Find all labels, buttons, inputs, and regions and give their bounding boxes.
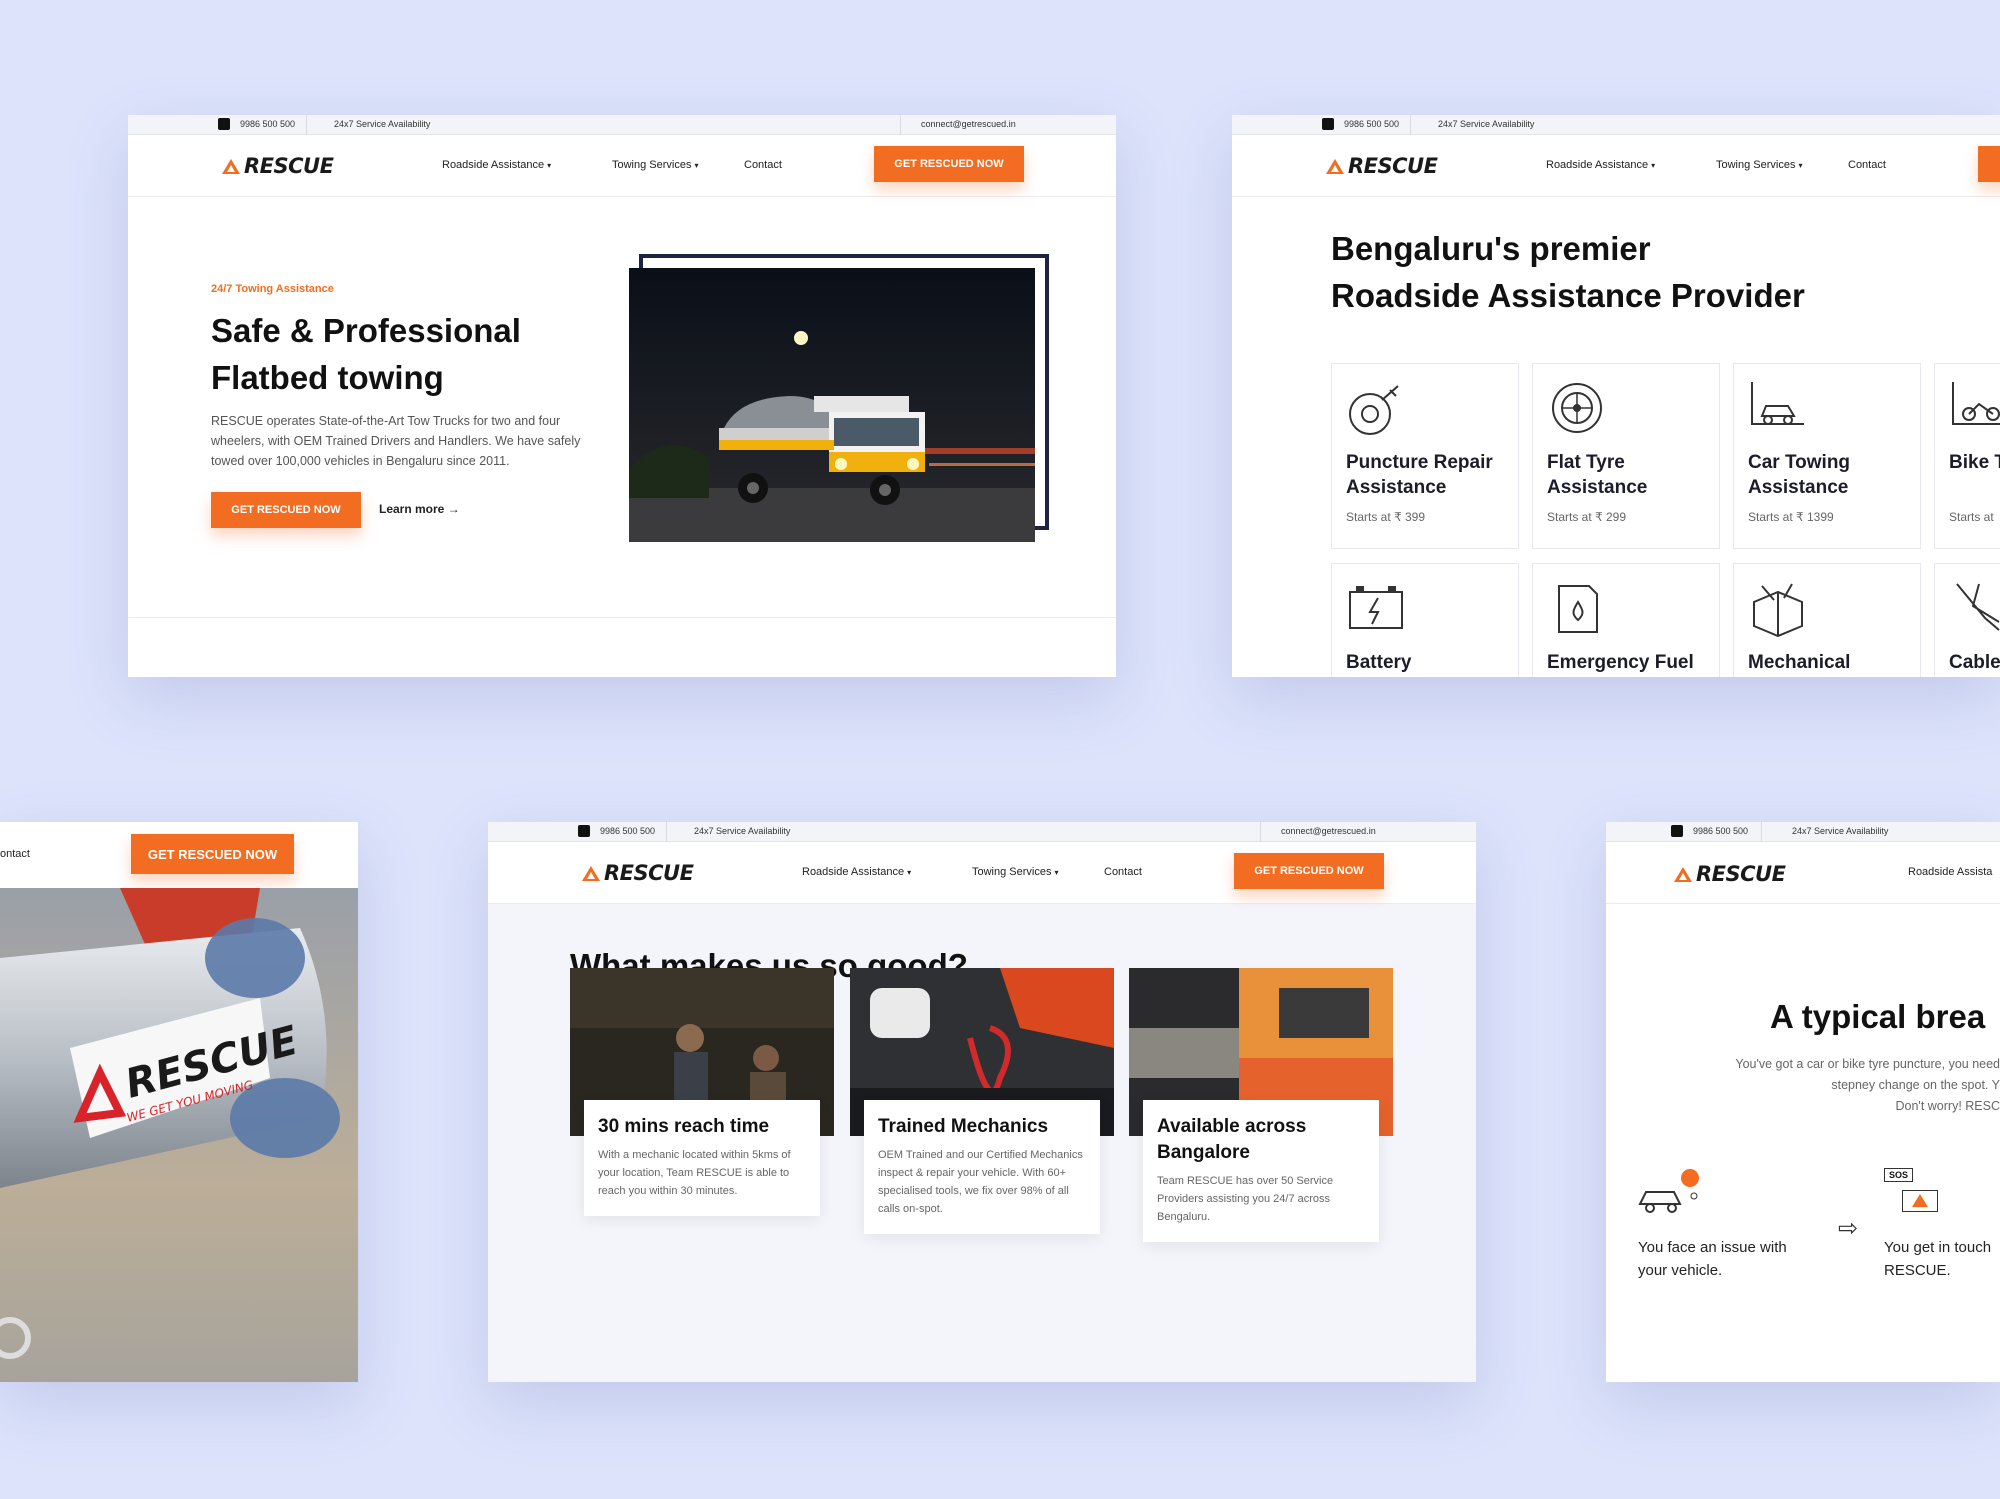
fuel-can-icon: [1558, 585, 1598, 633]
nav-bar: RESCUE Roadside Assistance ▾ Towing Servi…: [1232, 135, 2000, 197]
logo-triangle-icon: [1326, 158, 1344, 174]
nav-contact[interactable]: Contact: [1848, 159, 1886, 171]
nav-bar: RESCUE Roadside Assista: [1606, 842, 2000, 904]
battery-icon: [1349, 586, 1403, 629]
logo-triangle-icon: [1674, 866, 1692, 882]
services-page-card: 9986 500 500 24x7 Service Availability R…: [1232, 115, 2000, 677]
get-rescued-button[interactable]: GET RESCUED NOW: [874, 146, 1024, 182]
hero-eyebrow: 24/7 Towing Assistance: [211, 283, 334, 295]
logo[interactable]: RESCUE: [582, 861, 694, 885]
breakdown-title: A typical brea: [1770, 998, 1986, 1035]
nav-towing-services[interactable]: Towing Services ▾: [972, 866, 1059, 878]
phone-number[interactable]: 9986 500 500: [600, 826, 655, 836]
feature-card: 30 mins reach time With a mechanic locate…: [570, 968, 834, 1258]
chevron-down-icon: ▾: [1798, 161, 1803, 170]
breakdown-intro: You've got a car or bike tyre puncture, …: [1735, 1057, 2000, 1113]
service-card[interactable]: Puncture Repair Assistance Starts at ₹ 39…: [1331, 363, 1519, 549]
chevron-down-icon: ▾: [1651, 161, 1656, 170]
nav-towing-services[interactable]: Towing Services ▾: [1716, 159, 1803, 171]
nav-roadside-assistance[interactable]: Roadside Assistance ▾: [442, 159, 551, 171]
service-card[interactable]: Cable: [1934, 563, 2000, 677]
top-info-bar: 9986 500 500 24x7 Service Availability: [1606, 822, 2000, 842]
phone-number[interactable]: 9986 500 500: [240, 119, 295, 129]
email-link[interactable]: connect@getrescued.in: [921, 119, 1016, 129]
get-rescued-button[interactable]: GET RESCUED NOW: [1234, 853, 1384, 889]
nav-bar: RESCUE Roadside Assistance ▾ Towing Servi…: [488, 842, 1476, 904]
chevron-down-icon: ▾: [1054, 868, 1059, 877]
nav-roadside-assistance[interactable]: Roadside Assista: [1908, 866, 1992, 878]
tyre-icon: [1552, 383, 1602, 433]
car-tow-icon: [1751, 382, 1804, 425]
service-card[interactable]: Mechanical: [1733, 563, 1921, 677]
sos-phone-icon: SOS: [1884, 1168, 1944, 1216]
top-info-bar: 9986 500 500 24x7 Service Availability c…: [488, 822, 1476, 842]
service-card[interactable]: Battery: [1331, 563, 1519, 677]
tow-truck-night-photo: [629, 268, 1035, 542]
service-card[interactable]: Emergency Fuel: [1532, 563, 1720, 677]
nav-roadside-assistance[interactable]: Roadside Assistance ▾: [802, 866, 911, 878]
phone-icon: [1671, 825, 1683, 837]
top-info-bar: 9986 500 500 24x7 Service Availability c…: [128, 115, 1116, 135]
availability-text: 24x7 Service Availability: [334, 119, 431, 129]
breakdown-page-card: 9986 500 500 24x7 Service Availability R…: [1606, 822, 2000, 1382]
phone-icon: [218, 118, 230, 130]
hero-cta-button[interactable]: GET RESCUED NOW: [211, 492, 361, 528]
feature-card: Trained Mechanics OEM Trained and our Cer…: [850, 968, 1114, 1258]
nav-bar: RESCUE Roadside Assistance ▾ Towing Servi…: [128, 135, 1116, 197]
hero-page-card: 9986 500 500 24x7 Service Availability c…: [128, 115, 1116, 677]
service-card[interactable]: Bike T AssisStarts at: [1934, 363, 2000, 549]
hero-body: RESCUE operates State-of-the-Art Tow Tru…: [211, 414, 581, 468]
tyre-repair-icon: [1349, 385, 1399, 435]
nav-roadside-assistance[interactable]: Roadside Assistance ▾: [1546, 159, 1655, 171]
feature-card: Available across Bangalore Team RESCUE ha…: [1129, 968, 1393, 1258]
services-title: Bengaluru's premier Roadside Assistance P…: [1331, 230, 1805, 314]
availability-text: 24x7 Service Availability: [1792, 826, 1889, 836]
service-card[interactable]: Flat Tyre Assistance Starts at ₹ 299: [1532, 363, 1720, 549]
get-rescued-button[interactable]: [1978, 146, 2000, 182]
chevron-down-icon: ▾: [694, 161, 699, 170]
logo[interactable]: RESCUE: [1674, 862, 1786, 886]
nav-contact[interactable]: Contact: [744, 159, 782, 171]
availability-text: 24x7 Service Availability: [694, 826, 791, 836]
rescue-tank-photo: RESCUE WE GET YOU MOVING: [0, 888, 358, 1382]
jumper-cable-icon: [1956, 583, 2000, 631]
phone-number[interactable]: 9986 500 500: [1344, 119, 1399, 129]
hero-title: Safe & Professional Flatbed towing: [211, 312, 521, 396]
nav-contact[interactable]: ontact: [0, 848, 30, 860]
logo-triangle-icon: [222, 158, 240, 174]
service-card[interactable]: Car Towing Assistance Starts at ₹ 1399: [1733, 363, 1921, 549]
chevron-down-icon: ▾: [907, 868, 912, 877]
nav-towing-services[interactable]: Towing Services ▾: [612, 159, 699, 171]
availability-text: 24x7 Service Availability: [1438, 119, 1535, 129]
phone-icon: [1322, 118, 1334, 130]
car-issue-icon: [1638, 1169, 1699, 1213]
brand-image-card: ontact GET RESCUED NOW RESCUE WE GET YOU…: [0, 822, 358, 1382]
step-1-text: You face an issue with your vehicle.: [1638, 1239, 1787, 1279]
step-2-text: You get in touch RESCUE.: [1884, 1239, 1992, 1279]
toolbox-icon: [1753, 583, 1803, 638]
top-info-bar: 9986 500 500 24x7 Service Availability: [1232, 115, 2000, 135]
nav-contact[interactable]: Contact: [1104, 866, 1142, 878]
logo-triangle-icon: [582, 865, 600, 881]
logo[interactable]: RESCUE: [1326, 154, 1438, 178]
get-rescued-button[interactable]: GET RESCUED NOW: [131, 834, 294, 874]
learn-more-link[interactable]: Learn more →: [379, 502, 460, 516]
arrow-right-icon: →: [447, 502, 460, 516]
email-link[interactable]: connect@getrescued.in: [1281, 826, 1376, 836]
arrow-right-icon: ⇨: [1838, 1215, 1859, 1242]
phone-number[interactable]: 9986 500 500: [1693, 826, 1748, 836]
logo[interactable]: RESCUE: [222, 154, 334, 178]
chevron-down-icon: ▾: [547, 161, 552, 170]
phone-icon: [578, 825, 590, 837]
bike-tow-icon: [1952, 382, 2000, 425]
